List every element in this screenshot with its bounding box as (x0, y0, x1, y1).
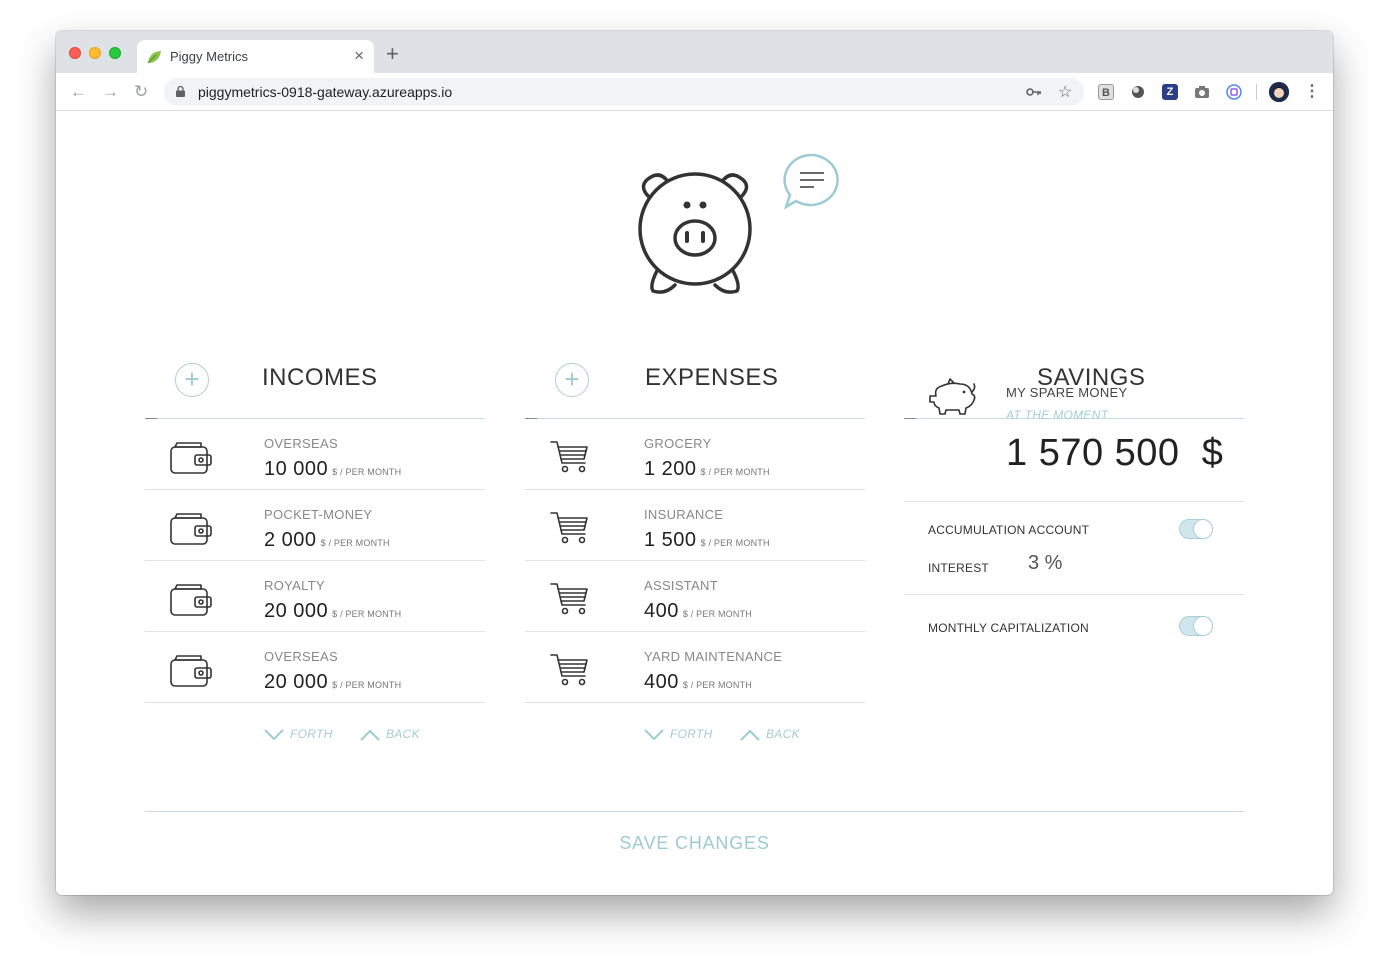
star-icon[interactable]: ☆ (1058, 82, 1072, 102)
expenses-title: EXPENSES (645, 364, 779, 391)
income-amount: 20 000 $ / PER MONTH (264, 671, 402, 693)
savings-sublabel: AT THE MOMENT (1006, 408, 1109, 422)
tab-title: Piggy Metrics (170, 49, 249, 64)
income-item[interactable]: OVERSEAS 20 000 $ / PER MONTH (145, 632, 485, 703)
income-amount: 2 000 $ / PER MONTH (264, 529, 390, 551)
piggy-bank-icon (929, 378, 976, 415)
savings-total[interactable]: 1 570 500 $ (1006, 432, 1223, 475)
maximize-window-button[interactable] (109, 47, 121, 59)
income-name: OVERSEAS (264, 436, 338, 451)
incomes-back-button[interactable]: BACK (360, 727, 420, 741)
divider (904, 501, 1244, 502)
expense-name: YARD MAINTENANCE (644, 649, 783, 664)
piggy-bank-icon (638, 172, 752, 294)
savings-label: MY SPARE MONEY (1006, 385, 1128, 400)
extension-target-icon[interactable] (1226, 84, 1242, 100)
save-changes-button[interactable]: SAVE CHANGES (56, 833, 1333, 854)
wallet-icon (170, 513, 212, 545)
expenses-forth-button[interactable]: FORTH (644, 727, 713, 741)
expense-item[interactable]: YARD MAINTENANCE 400 $ / PER MONTH (525, 632, 865, 703)
expense-amount: 1 500 $ / PER MONTH (644, 529, 770, 551)
savings-currency: $ (1201, 432, 1224, 474)
url-text: piggymetrics-0918-gateway.azureapps.io (198, 84, 453, 100)
cart-icon (550, 654, 588, 686)
add-expense-button[interactable]: + (555, 363, 589, 397)
income-item[interactable]: POCKET-MONEY 2 000 $ / PER MONTH (145, 490, 485, 561)
toggle-knob (1193, 519, 1213, 539)
arrow-left-icon[interactable]: ← (70, 82, 87, 102)
chevron-down-icon (644, 729, 664, 741)
wallet-icon (170, 584, 212, 616)
interest-label: INTEREST (928, 561, 989, 575)
browser-tab[interactable]: Piggy Metrics × (137, 40, 374, 73)
browser-toolbar: ← → ↻ piggymetrics-0918-gateway.azureapp… (56, 73, 1333, 111)
accumulation-toggle[interactable] (1179, 519, 1213, 539)
divider (904, 594, 1244, 595)
income-name: OVERSEAS (264, 649, 338, 664)
expense-amount: 400 $ / PER MONTH (644, 600, 752, 622)
address-bar[interactable]: piggymetrics-0918-gateway.azureapps.io ☆ (164, 78, 1084, 106)
wallet-icon (170, 655, 212, 687)
expense-item[interactable]: ASSISTANT 400 $ / PER MONTH (525, 561, 865, 632)
expense-amount: 400 $ / PER MONTH (644, 671, 752, 693)
expense-name: GROCERY (644, 436, 712, 451)
close-tab-icon[interactable]: × (354, 46, 364, 66)
avatar[interactable] (1269, 82, 1289, 102)
reload-icon[interactable]: ↻ (134, 82, 148, 102)
incomes-title: INCOMES (262, 364, 378, 391)
add-income-button[interactable]: + (175, 363, 209, 397)
leaf-icon (147, 51, 161, 64)
expense-name: INSURANCE (644, 507, 724, 522)
toggle-knob (1193, 616, 1213, 636)
key-icon[interactable] (1026, 85, 1042, 99)
chevron-up-icon (360, 729, 380, 741)
arrow-right-icon[interactable]: → (102, 82, 119, 102)
wallet-icon (170, 442, 212, 474)
income-name: POCKET-MONEY (264, 507, 373, 522)
close-window-button[interactable] (69, 47, 81, 59)
income-item[interactable]: OVERSEAS 10 000 $ / PER MONTH (145, 419, 485, 490)
divider-tick (904, 418, 916, 419)
cart-icon (550, 512, 588, 544)
camera-icon[interactable] (1194, 84, 1210, 100)
expense-amount: 1 200 $ / PER MONTH (644, 458, 770, 480)
income-amount: 20 000 $ / PER MONTH (264, 600, 402, 622)
extension-b-icon[interactable]: B (1098, 84, 1114, 100)
expense-item[interactable]: GROCERY 1 200 $ / PER MONTH (525, 419, 865, 490)
chevron-down-icon (264, 729, 284, 741)
new-tab-button[interactable]: + (386, 43, 399, 65)
interest-value[interactable]: 3 % (1028, 552, 1062, 575)
accumulation-label: ACCUMULATION ACCOUNT (928, 523, 1090, 537)
income-amount: 10 000 $ / PER MONTH (264, 458, 402, 480)
expense-item[interactable]: INSURANCE 1 500 $ / PER MONTH (525, 490, 865, 561)
extension-z-icon[interactable]: Z (1162, 84, 1178, 100)
cart-icon (550, 441, 588, 473)
chevron-up-icon (740, 729, 760, 741)
kebab-menu-icon[interactable]: ⋮ (1304, 84, 1320, 100)
expenses-back-button[interactable]: BACK (740, 727, 800, 741)
toolbar-divider (1256, 84, 1257, 100)
cart-icon (550, 583, 588, 615)
tab-bar: Piggy Metrics × + (56, 31, 1333, 73)
page-content: + INCOMES OVERSEAS 10 000$ / PER MONTH (56, 111, 1333, 895)
extension-circle-icon[interactable] (1130, 84, 1146, 100)
browser-window: Piggy Metrics × + ← → ↻ piggymetrics-091… (56, 31, 1333, 895)
capitalization-label: MONTHLY CAPITALIZATION (928, 621, 1089, 635)
income-name: ROYALTY (264, 578, 325, 593)
minimize-window-button[interactable] (89, 47, 101, 59)
chat-bubble-icon[interactable] (782, 153, 842, 211)
expense-name: ASSISTANT (644, 578, 718, 593)
divider (145, 811, 1244, 812)
incomes-forth-button[interactable]: FORTH (264, 727, 333, 741)
income-item[interactable]: ROYALTY 20 000 $ / PER MONTH (145, 561, 485, 632)
lock-icon (176, 86, 185, 97)
capitalization-toggle[interactable] (1179, 616, 1213, 636)
